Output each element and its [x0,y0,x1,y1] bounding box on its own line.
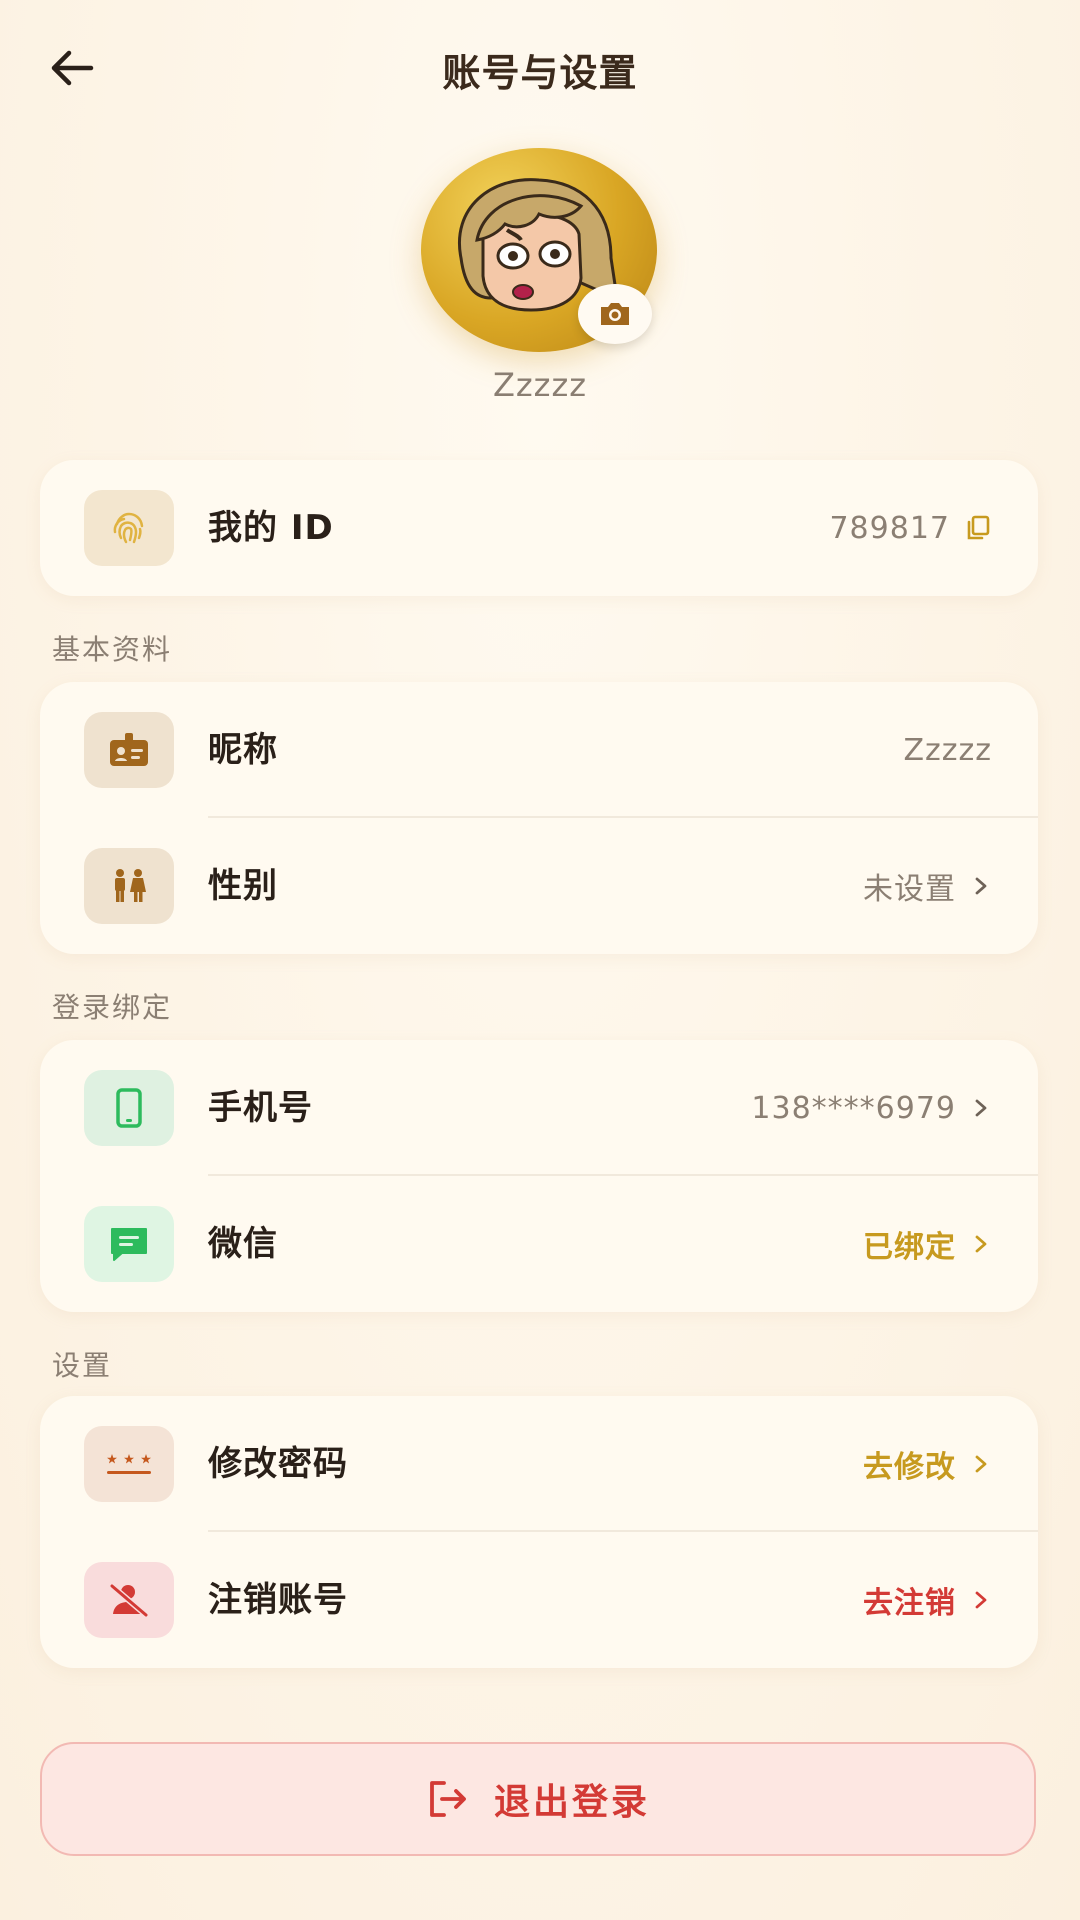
id-row[interactable]: 我的 ID 789817 [40,460,1038,596]
wechat-value-text: 已绑定 [863,1230,956,1265]
id-badge-icon [110,733,148,766]
phone-value-text: 138****6979 [751,1090,956,1126]
login-binding-card: 手机号 138****6979 微信 已绑定 [40,1040,1038,1312]
settings-card: 修改密码 去修改 注销账号 去注销 [40,1396,1038,1668]
wechat-row[interactable]: 微信 已绑定 [40,1176,1038,1312]
profile-nickname: Zzzzz [492,366,588,404]
id-value: 789817 [829,510,950,546]
phone-label: 手机号 [208,1088,313,1128]
nickname-value-text: Zzzzz [903,732,992,768]
phone-icon [116,1088,142,1128]
chat-icon [111,1228,147,1261]
cancel-account-label: 注销账号 [208,1580,348,1620]
password-label: 修改密码 [208,1444,348,1484]
cancel-account-value: 去注销 [863,1532,992,1668]
chevron-right-icon [975,1591,987,1609]
nickname-value: Zzzzz [903,682,992,818]
change-avatar-button[interactable] [578,284,652,344]
chat-icon-box [84,1206,174,1282]
avatar-area[interactable] [421,148,657,352]
nickname-row[interactable]: 昵称 Zzzzz [40,682,1038,818]
wechat-value: 已绑定 [863,1176,992,1312]
cancel-account-row[interactable]: 注销账号 去注销 [40,1532,1038,1668]
phone-icon-box [84,1070,174,1146]
password-icon-box [84,1426,174,1502]
nickname-label: 昵称 [208,730,278,770]
chevron-right-icon [975,1235,987,1253]
chevron-right-icon [975,877,987,895]
logout-icon [430,1781,466,1817]
gender-row[interactable]: 性别 未设置 [40,818,1038,954]
camera-icon [601,303,629,325]
password-value: 去修改 [863,1396,992,1532]
id-value-group[interactable]: 789817 [829,460,992,596]
phone-value: 138****6979 [751,1040,992,1176]
section-title-basic: 基本资料 [52,633,173,666]
gender-icon-box [84,848,174,924]
chevron-right-icon [975,1455,987,1473]
id-label: 我的 ID [208,508,334,548]
password-value-text: 去修改 [863,1450,956,1485]
header: 账号与设置 [0,0,1080,135]
id-badge-icon-box [84,712,174,788]
section-title-login: 登录绑定 [52,991,173,1024]
copy-icon[interactable] [964,514,992,542]
section-title-settings: 设置 [52,1349,113,1382]
password-row[interactable]: 修改密码 去修改 [40,1396,1038,1532]
cancel-account-value-text: 去注销 [863,1586,956,1621]
id-card: 我的 ID 789817 [40,460,1038,596]
chevron-right-icon [975,1099,987,1117]
password-icon [107,1454,151,1474]
fingerprint-icon-box [84,490,174,566]
fingerprint-icon [113,512,144,544]
account-settings-page: 账号与设置 Zzzzz 我的 ID 789817 基本资料 昵称 Zzzzz 性… [0,0,1080,1920]
logout-button[interactable]: 退出登录 [40,1742,1036,1856]
user-remove-icon [109,1583,149,1618]
gender-value-text: 未设置 [863,872,956,907]
gender-label: 性别 [208,866,278,906]
basic-info-card: 昵称 Zzzzz 性别 未设置 [40,682,1038,954]
wechat-label: 微信 [208,1224,278,1264]
user-remove-icon-box [84,1562,174,1638]
logout-label: 退出登录 [493,1782,650,1823]
phone-row[interactable]: 手机号 138****6979 [40,1040,1038,1176]
page-title: 账号与设置 [442,51,638,95]
gender-icon [115,869,146,902]
gender-value: 未设置 [863,818,992,954]
